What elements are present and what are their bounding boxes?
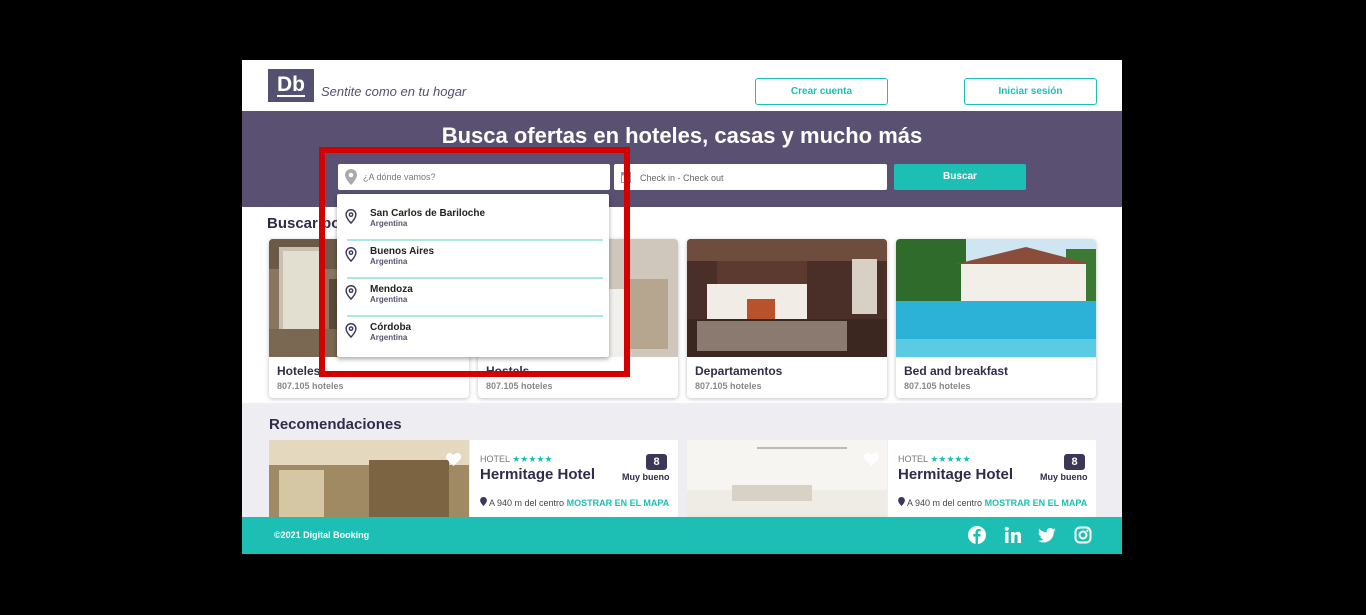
location-line: A 940 m del centro MOSTRAR EN EL MAPA: [480, 497, 669, 508]
category-name: Hoteles: [277, 364, 321, 378]
category-label: HOTEL: [480, 454, 510, 464]
hotel-name: Hermitage Hotel: [480, 466, 596, 483]
favorite-heart-icon[interactable]: [864, 453, 879, 466]
footer: ©2021 Digital Booking: [242, 517, 1122, 554]
hotel-name: Hermitage Hotel: [898, 466, 1014, 483]
category-count: 807.105 hoteles: [695, 381, 762, 391]
rating-label: Muy bueno: [622, 472, 670, 482]
hotel-category: HOTEL ★★★★★: [480, 454, 553, 465]
show-map-link[interactable]: MOSTRAR EN EL MAPA: [567, 498, 670, 508]
search-button[interactable]: Buscar: [894, 164, 1026, 190]
category-card-departamentos[interactable]: Departamentos 807.105 hoteles: [687, 239, 887, 398]
twitter-icon[interactable]: [1038, 526, 1056, 544]
highlight-box: [319, 147, 630, 377]
favorite-heart-icon[interactable]: [446, 453, 461, 466]
instagram-icon[interactable]: [1074, 526, 1092, 544]
create-account-button[interactable]: Crear cuenta: [755, 78, 888, 105]
logo-text: Db: [277, 73, 305, 97]
copyright-text: ©2021 Digital Booking: [274, 530, 370, 540]
category-label: HOTEL: [898, 454, 928, 464]
header: Db Sentite como en tu hogar Crear cuenta…: [242, 60, 1122, 111]
category-count: 807.105 hoteles: [486, 381, 553, 391]
linkedin-icon[interactable]: [1004, 526, 1022, 544]
facebook-icon[interactable]: [968, 526, 986, 544]
apartment-bedroom-image: [687, 239, 887, 357]
star-rating: ★★★★★: [930, 454, 971, 464]
category-card-bed-and-breakfast[interactable]: Bed and breakfast 807.105 hoteles: [896, 239, 1096, 398]
score-badge: 8: [1064, 454, 1085, 470]
location-line: A 940 m del centro MOSTRAR EN EL MAPA: [898, 497, 1087, 508]
tagline: Sentite como en tu hogar: [321, 84, 467, 99]
date-range-input[interactable]: Check in - Check out: [614, 164, 887, 190]
hotel-category: HOTEL ★★★★★: [898, 454, 971, 465]
date-placeholder: Check in - Check out: [640, 173, 724, 183]
location-pin-icon: [480, 497, 487, 506]
star-rating: ★★★★★: [512, 454, 553, 464]
category-count: 807.105 hoteles: [904, 381, 971, 391]
logo[interactable]: Db: [268, 69, 314, 102]
distance-text: A 940 m del centro: [907, 498, 983, 508]
category-name: Departamentos: [695, 364, 783, 378]
location-pin-icon: [898, 497, 905, 506]
recommendations-title: Recomendaciones: [269, 416, 402, 433]
hero-title: Busca ofertas en hoteles, casas y mucho …: [441, 123, 923, 148]
category-name: Bed and breakfast: [904, 364, 1009, 378]
rating-label: Muy bueno: [1040, 472, 1088, 482]
show-map-link[interactable]: MOSTRAR EN EL MAPA: [985, 498, 1088, 508]
distance-text: A 940 m del centro: [489, 498, 565, 508]
login-button[interactable]: Iniciar sesión: [964, 78, 1097, 105]
category-count: 807.105 hoteles: [277, 381, 344, 391]
pool-villa-image: [896, 239, 1096, 357]
score-badge: 8: [646, 454, 667, 470]
